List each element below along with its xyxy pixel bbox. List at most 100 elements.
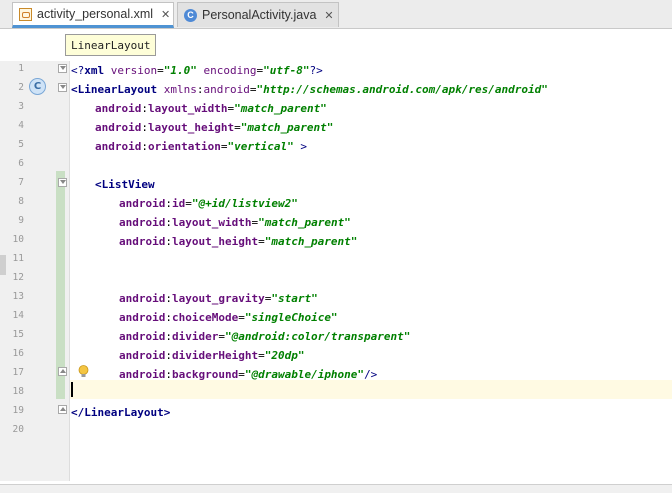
- code-token: :: [141, 102, 148, 115]
- code-token: layout_width: [147, 102, 228, 115]
- code-token: >: [293, 140, 307, 153]
- lightbulb-icon[interactable]: [78, 365, 89, 378]
- breadcrumb-linearlayout[interactable]: LinearLayout: [65, 34, 157, 56]
- code-token: dividerHeight: [171, 349, 259, 362]
- code-line-15[interactable]: android:divider="@android:color/transpar…: [119, 327, 410, 346]
- code-token: "@+id/listview2": [191, 197, 298, 210]
- breadcrumb: LinearLayout: [0, 29, 672, 61]
- line-number: 1: [18, 63, 24, 74]
- code-token: =: [238, 311, 245, 324]
- class-gutter-icon[interactable]: C: [29, 78, 46, 95]
- code-line-2[interactable]: <LinearLayout xmlns:android="http://sche…: [71, 80, 548, 99]
- line-number: 11: [12, 253, 24, 264]
- line-number: 5: [18, 139, 24, 150]
- code-token: orientation: [147, 140, 221, 153]
- fold-icon[interactable]: [58, 178, 67, 187]
- tab-label: PersonalActivity.java: [202, 8, 317, 22]
- java-class-icon: C: [184, 8, 197, 22]
- code-token: <: [71, 83, 78, 96]
- vcs-change-marker[interactable]: [56, 171, 65, 399]
- line-number: 20: [12, 424, 24, 435]
- code-line-19[interactable]: </LinearLayout>: [71, 403, 170, 422]
- code-token: :: [165, 216, 172, 229]
- code-line-1[interactable]: <?xml version="1.0" encoding="utf-8"?>: [71, 61, 323, 80]
- code-token: ListView: [101, 178, 155, 191]
- code-token: choiceMode: [171, 311, 239, 324]
- line-number: 14: [12, 310, 24, 321]
- line-number: 6: [18, 158, 24, 169]
- code-token: </: [71, 406, 85, 419]
- editor-tab-bar: activity_personal.xml ✕ C PersonalActivi…: [0, 0, 672, 29]
- line-number: 8: [18, 196, 24, 207]
- code-line-16[interactable]: android:dividerHeight="20dp": [119, 346, 304, 365]
- code-token: "start": [271, 292, 318, 305]
- code-token: android: [119, 330, 166, 343]
- code-token: xml: [84, 64, 105, 77]
- code-token: "vertical": [227, 140, 294, 153]
- code-token: "@android:color/transparent": [224, 330, 411, 343]
- code-line-5[interactable]: android:orientation="vertical" >: [95, 137, 307, 156]
- code-token: :: [141, 140, 148, 153]
- line-number: 17: [12, 367, 24, 378]
- tab-activity-personal-xml[interactable]: activity_personal.xml ✕: [12, 2, 174, 28]
- code-line-9[interactable]: android:layout_width="match_parent": [119, 213, 351, 232]
- code-line-10[interactable]: android:layout_height="match_parent": [119, 232, 357, 251]
- fold-icon[interactable]: [58, 64, 67, 73]
- fold-icon[interactable]: [58, 405, 67, 414]
- code-token: background: [171, 368, 239, 381]
- code-token: layout_gravity: [171, 292, 265, 305]
- code-token: android: [119, 311, 166, 324]
- code-token: =: [157, 64, 164, 77]
- code-token: encoding: [203, 64, 257, 77]
- code-token: <?: [71, 64, 85, 77]
- code-token: "singleChoice": [244, 311, 338, 324]
- code-token: android: [119, 368, 166, 381]
- code-line-3[interactable]: android:layout_width="match_parent": [95, 99, 327, 118]
- code-token: :: [165, 235, 172, 248]
- code-token: "utf-8": [263, 64, 310, 77]
- code-token: android: [119, 216, 166, 229]
- close-icon[interactable]: ✕: [324, 9, 333, 22]
- code-token: :: [165, 368, 172, 381]
- code-token: "http://schemas.android.com/apk/res/andr…: [256, 83, 548, 96]
- code-token: android: [119, 235, 166, 248]
- code-line-4[interactable]: android:layout_height="match_parent": [95, 118, 333, 137]
- tab-personal-activity-java[interactable]: C PersonalActivity.java ✕: [177, 2, 339, 27]
- code-token: android: [95, 140, 142, 153]
- code-token: =: [234, 121, 241, 134]
- text-caret: [71, 382, 73, 397]
- code-token: LinearLayout: [77, 83, 158, 96]
- code-token: layout_height: [147, 121, 235, 134]
- line-number: 19: [12, 405, 24, 416]
- line-number: 16: [12, 348, 24, 359]
- code-line-13[interactable]: android:layout_gravity="start": [119, 289, 318, 308]
- code-token: =: [258, 235, 265, 248]
- code-token: android: [119, 197, 166, 210]
- tab-label: activity_personal.xml: [37, 7, 154, 21]
- code-token: >: [163, 406, 171, 419]
- code-line-14[interactable]: android:choiceMode="singleChoice": [119, 308, 338, 327]
- code-line-8[interactable]: android:id="@+id/listview2": [119, 194, 298, 213]
- close-icon[interactable]: ✕: [161, 8, 170, 21]
- code-token: =: [238, 368, 245, 381]
- code-token: "match_parent": [240, 121, 334, 134]
- fold-icon[interactable]: [58, 367, 67, 376]
- line-number: 13: [12, 291, 24, 302]
- code-token: layout_width: [171, 216, 252, 229]
- code-token: android: [95, 102, 142, 115]
- code-token: =: [218, 330, 225, 343]
- fold-icon[interactable]: [58, 83, 67, 92]
- code-token: android: [119, 349, 166, 362]
- code-token: android: [95, 121, 142, 134]
- line-number: 9: [18, 215, 24, 226]
- code-token: "match_parent": [234, 102, 327, 115]
- code-line-17[interactable]: android:background="@drawable/iphone"/>: [119, 365, 377, 384]
- code-token: version: [110, 64, 158, 77]
- line-number: 15: [12, 329, 24, 340]
- code-token: "1.0": [163, 64, 197, 77]
- code-token: :: [165, 197, 172, 210]
- code-token: <: [95, 178, 102, 191]
- line-number: 4: [18, 120, 24, 131]
- code-line-7[interactable]: <ListView: [95, 175, 155, 194]
- line-number: 7: [18, 177, 24, 188]
